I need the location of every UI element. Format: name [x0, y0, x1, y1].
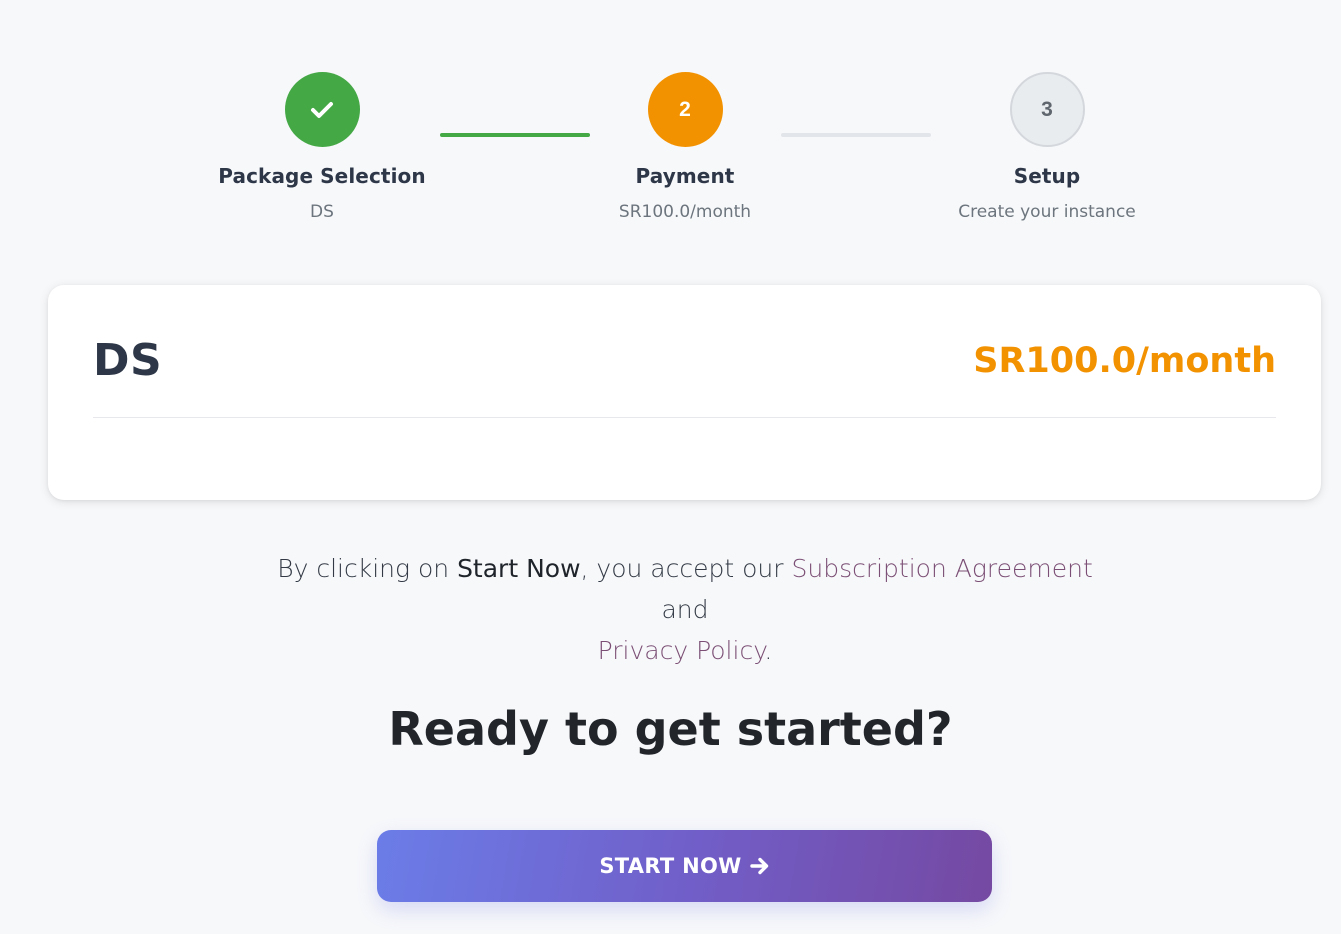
privacy-policy-link[interactable]: Privacy Policy [598, 636, 765, 665]
terms-conjunction: and [661, 595, 709, 624]
terms-middle: , you accept our [580, 554, 792, 583]
step-title: Setup [1013, 164, 1081, 188]
step-connector-pending [781, 133, 931, 137]
step-number-circle: 2 [647, 72, 723, 147]
step-title: Payment [635, 164, 735, 188]
package-summary-card: DS SR100.0/month [48, 285, 1321, 500]
card-divider [93, 417, 1276, 418]
step-package-selection: Package Selection DS [192, 72, 452, 222]
step-setup: 3 Setup Create your instance [917, 72, 1177, 222]
step-subtitle: Create your instance [958, 202, 1136, 222]
subscription-agreement-link[interactable]: Subscription Agreement [791, 554, 1092, 583]
step-payment: 2 Payment SR100.0/month [555, 72, 815, 222]
cta-heading: Ready to get started? [388, 702, 953, 756]
step-subtitle: SR100.0/month [618, 202, 752, 222]
package-name: DS [93, 335, 163, 386]
terms-notice: By clicking on Start Now, you accept our… [270, 548, 1100, 671]
terms-suffix: . [764, 636, 773, 665]
start-now-label: START NOW [599, 854, 742, 878]
start-now-button[interactable]: START NOW [377, 830, 992, 902]
step-title: Package Selection [218, 164, 426, 188]
step-number-circle: 3 [1009, 72, 1085, 147]
terms-prefix: By clicking on [277, 554, 458, 583]
arrow-right-icon [749, 857, 768, 875]
check-icon [311, 101, 333, 118]
terms-emphasis: Start Now [457, 554, 581, 583]
step-completed-circle [284, 72, 360, 147]
subscription-page: Package Selection DS 2 Payment SR100.0/m… [0, 0, 1341, 934]
step-subtitle: DS [310, 202, 334, 222]
package-price: SR100.0/month [973, 341, 1276, 381]
